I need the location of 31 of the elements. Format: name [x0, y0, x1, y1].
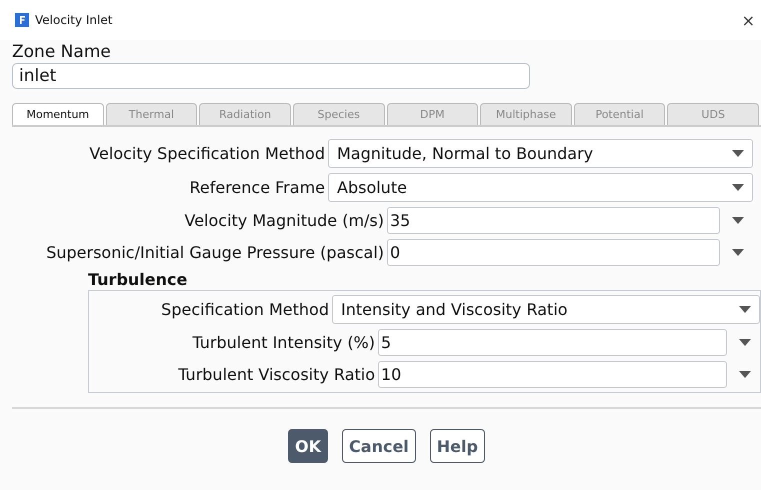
dialog-button[interactable]: Help [430, 429, 485, 463]
field-label: Turbulent Viscosity Ratio [177, 365, 375, 384]
dropdown-arrow-icon[interactable] [732, 150, 744, 157]
field-label: Turbulent Intensity (%) [191, 333, 375, 352]
ok-button[interactable]: OK [288, 429, 328, 463]
field-label: Specification Method [160, 300, 329, 319]
input-field[interactable]: 5 [378, 329, 727, 356]
dropdown-arrow-icon[interactable] [732, 249, 744, 256]
field-label: Reference Frame [188, 178, 325, 197]
input-field[interactable]: inlet [12, 63, 530, 89]
dropdown[interactable]: Absolute [328, 173, 753, 202]
field-label: Velocity Magnitude (m/s) [184, 211, 384, 230]
field-label: Zone Name [12, 42, 112, 62]
dropdown-arrow-icon[interactable] [739, 371, 751, 378]
close-button[interactable]: × [742, 10, 755, 30]
input-field[interactable]: 10 [378, 361, 727, 388]
dropdown-arrow-icon[interactable] [732, 184, 744, 191]
tab[interactable]: Momentum [12, 103, 104, 125]
dropdown-arrow-icon[interactable] [739, 306, 751, 313]
input-field[interactable]: 0 [387, 239, 720, 266]
input-field[interactable]: 35 [387, 207, 720, 234]
dropdown[interactable]: Magnitude, Normal to Boundary [328, 139, 753, 168]
field-label: Supersonic/Initial Gauge Pressure (pascal) [45, 243, 384, 262]
dropdown-arrow-icon[interactable] [739, 339, 751, 346]
dropdown[interactable]: Intensity and Viscosity Ratio [332, 295, 760, 324]
window-title: Velocity Inlet [35, 13, 114, 27]
dialog-button[interactable]: Cancel [342, 429, 416, 463]
app-logo-icon [15, 13, 29, 27]
dropdown-arrow-icon[interactable] [732, 217, 744, 224]
section-title: Turbulence [88, 270, 188, 289]
field-label: Velocity Specification Method [88, 144, 325, 163]
